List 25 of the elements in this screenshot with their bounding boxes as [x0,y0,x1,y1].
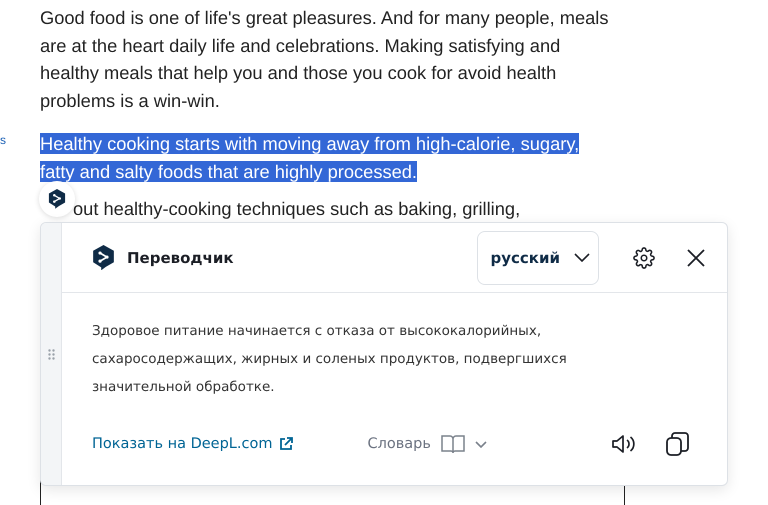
drag-handle-icon[interactable] [48,348,54,360]
external-link-icon [279,437,294,451]
chevron-down-icon [474,440,487,448]
close-button[interactable] [687,248,705,266]
margin-link[interactable]: s [0,133,6,147]
chevron-down-icon [574,253,590,262]
copy-button[interactable] [665,431,691,457]
book-icon [440,434,465,454]
translation-text: Здоровое питание начинается с отказа от высококалорийных, сахаросодержащих, жирных и соленых продуктов, подвергшихся значительной обработке. [92,323,567,395]
translate-button[interactable] [39,181,75,217]
settings-icon [633,246,655,268]
dictionary-button[interactable]: Словарь [367,434,487,454]
copy-icon [665,431,691,457]
open-deepl-link[interactable]: Показать на DeepL.com [92,436,294,452]
paragraph: Healthy cooking starts with moving away from high-calorie, sugary, fatty and salty foods that are highly processed. [40,132,580,184]
deepl-logo-icon [92,244,115,270]
popup-title: Переводчик [127,248,235,266]
paragraph: out healthy-cooking techniques such as baking, grilling, [72,200,522,218]
settings-button[interactable] [633,246,655,268]
language-select[interactable]: русский [476,230,599,284]
deepl-logo-icon [48,189,66,209]
speaker-button[interactable] [611,433,637,455]
close-icon [687,248,705,266]
paragraph: Good food is one of life's great pleasures. And for many people, meals are at the heart daily life and celebrations. Making satisfying and healthy meals that help you and those you cook for avoid health problems is a win-win. [40,6,610,113]
speaker-icon [611,433,637,455]
